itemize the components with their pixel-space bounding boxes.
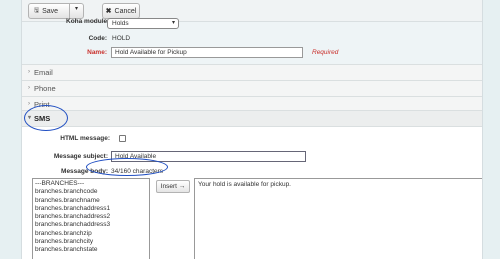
cancel-button[interactable]: ✖ Cancel	[102, 3, 140, 19]
close-icon: ✖	[105, 8, 112, 15]
subject-input[interactable]: Hold Available	[111, 151, 306, 162]
field-listbox[interactable]: ---BRANCHES--- branches.branchcode branc…	[32, 178, 150, 259]
list-item[interactable]: branches.branchname	[35, 197, 147, 205]
message-body-textarea[interactable]: Your hold is available for pickup.	[194, 178, 482, 259]
save-button-label: Save	[42, 7, 59, 15]
section-phone-label: Phone	[34, 84, 56, 93]
cancel-button-label: Cancel	[114, 7, 137, 15]
html-message-label: HTML message:	[60, 135, 110, 142]
list-item[interactable]: branches.branchstate	[35, 246, 147, 254]
section-sms-label: SMS	[34, 114, 51, 123]
chevron-right-icon: ›	[28, 85, 30, 91]
code-value: HOLD	[112, 35, 131, 42]
list-item[interactable]: ---BRANCHES---	[35, 180, 147, 188]
required-hint: Required	[312, 49, 339, 56]
list-item[interactable]: branches.branchcode	[35, 188, 147, 196]
module-select-value: Holds	[112, 20, 129, 27]
list-item[interactable]: branches.branchaddress2	[35, 213, 147, 221]
chevron-down-icon[interactable]: ▾	[75, 5, 78, 12]
section-print-label: Print	[34, 100, 50, 109]
name-input[interactable]: Hold Available for Pickup	[111, 47, 303, 58]
insert-button[interactable]: Insert →	[156, 180, 190, 193]
notice-form-fields: Koha module: Holds ▾ Code: HOLD Name: Ho…	[22, 18, 482, 64]
character-counter: 34/160 characters	[111, 168, 164, 175]
section-email-label: Email	[34, 68, 53, 77]
subject-label: Message subject:	[53, 153, 108, 160]
save-icon: 🖫	[34, 8, 40, 14]
save-button[interactable]: 🖫 Save ▾	[28, 3, 84, 19]
code-label: Code:	[88, 35, 107, 42]
html-message-checkbox[interactable]	[119, 135, 126, 142]
section-print[interactable]: › Print	[22, 96, 482, 110]
section-email[interactable]: › Email	[22, 64, 482, 80]
section-phone[interactable]: › Phone	[22, 80, 482, 96]
list-item[interactable]: branches.branchaddress3	[35, 221, 147, 229]
body-label: Message body:	[61, 168, 108, 175]
chevron-down-icon: ▾	[171, 20, 175, 26]
module-select[interactable]: Holds ▾	[107, 18, 179, 29]
list-item[interactable]: branches.branchcity	[35, 238, 147, 246]
module-label: Koha module:	[66, 18, 110, 25]
list-item[interactable]: branches.branchzip	[35, 230, 147, 238]
section-sms[interactable]: ▾ SMS	[22, 110, 482, 126]
chevron-down-icon: ▾	[28, 115, 32, 121]
divider	[69, 4, 70, 18]
list-item[interactable]: branches.branchaddress1	[35, 205, 147, 213]
chevron-right-icon: ›	[28, 69, 30, 75]
name-label: Name:	[87, 49, 107, 56]
notice-editor-page: 🖫 Save ▾ ✖ Cancel Koha module: Holds ▾ C…	[21, 0, 483, 259]
sms-panel: HTML message: Message subject: Hold Avai…	[22, 126, 482, 259]
